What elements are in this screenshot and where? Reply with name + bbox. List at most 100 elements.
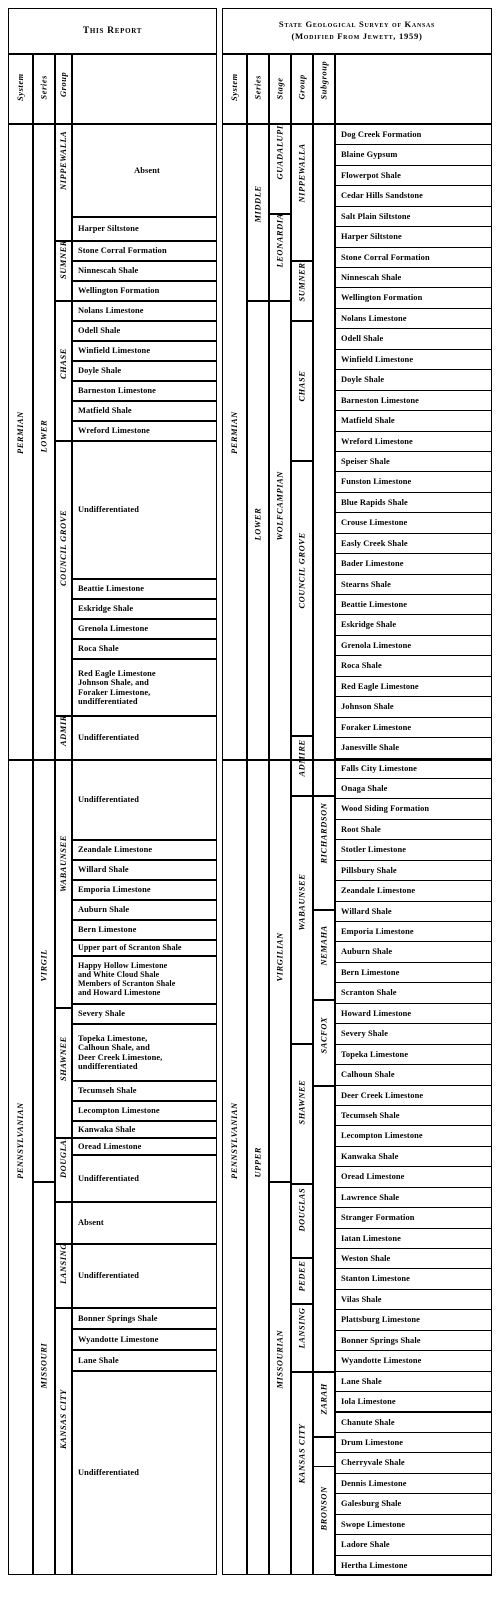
right-header-stage: Stage: [269, 54, 291, 124]
right-formation-label: Stranger Formation: [341, 1213, 415, 1223]
right-formation-row: Howard Limestone: [335, 1002, 492, 1025]
right-system-permian: PERMIAN: [222, 124, 247, 760]
right-group-nippewalla: NIPPEWALLA: [291, 124, 313, 261]
right-header-system: System: [222, 54, 247, 124]
right-formation-row: Auburn Shale: [335, 941, 492, 963]
right-group-wabaunsee: WABAUNSEE: [291, 796, 313, 1044]
right-formation-row: Hertha Limestone: [335, 1554, 492, 1576]
right-formation-row: Tecumseh Shale: [335, 1104, 492, 1127]
right-formation-label: Wreford Limestone: [341, 436, 413, 446]
left-unit-upper-scranton: Upper part of Scranton Shale: [72, 940, 217, 956]
right-formation-label: Ladore Shale: [341, 1540, 390, 1550]
right-formation-label: Janesville Shale: [341, 743, 400, 753]
right-formation-row: Willard Shale: [335, 900, 492, 922]
right-formation-row: Doyle Shale: [335, 369, 492, 391]
left-unit-winfield-limestone: Winfield Limestone: [72, 341, 217, 361]
right-formation-label: Cedar Hills Sandstone: [341, 191, 423, 201]
left-unit-grenola-limestone: Grenola Limestone: [72, 619, 217, 639]
right-formation-label: Willard Shale: [341, 906, 392, 916]
right-formation-label: Swope Limestone: [341, 1519, 406, 1529]
right-formation-label: Topeka Limestone: [341, 1049, 409, 1059]
left-series-lower: LOWER: [33, 124, 55, 760]
left-group-wabaunsee: WABAUNSEE: [55, 760, 72, 1008]
left-unit-happy-hollow-group: Happy Hollow Limestone and White Cloud S…: [72, 956, 217, 1004]
right-formation-label: Stanton Limestone: [341, 1274, 410, 1284]
right-formation-row: Red Eagle Limestone: [335, 675, 492, 698]
right-formation-label: Flowerpot Shale: [341, 170, 401, 180]
right-formation-label: Root Shale: [341, 824, 381, 834]
left-system-pennsylvanian: PENNSYLVANIAN: [8, 760, 33, 1575]
left-unit-undiff-douglas: Undifferentiated: [72, 1155, 217, 1202]
right-formation-label: Vilas Shale: [341, 1294, 382, 1304]
right-formation-row: Funston Limestone: [335, 471, 492, 493]
left-group-shawnee: SHAWNEE: [55, 1008, 72, 1138]
left-group-council-grove: COUNCIL GROVE: [55, 441, 72, 716]
right-formation-row: Deer Creek Limestone: [335, 1084, 492, 1106]
right-formation-row: Cedar Hills Sandstone: [335, 185, 492, 207]
left-system-divider: [8, 759, 217, 761]
right-formation-row: Swope Limestone: [335, 1513, 492, 1536]
left-header-series: Series: [33, 54, 55, 124]
right-subgroup-zarah: ZARAH: [313, 1372, 335, 1437]
right-group-douglas: DOUGLAS: [291, 1184, 313, 1258]
right-formation-label: Bader Limestone: [341, 559, 404, 569]
right-title-line2: (Modified From Jewett, 1959): [291, 31, 423, 41]
right-formation-row: Eskridge Shale: [335, 614, 492, 636]
left-header-system: System: [8, 54, 33, 124]
right-formation-row: Wyandotte Limestone: [335, 1350, 492, 1372]
right-formation-row: Dennis Limestone: [335, 1472, 492, 1495]
right-formation-row: Calhoun Shale: [335, 1064, 492, 1086]
left-header-unit: [72, 54, 217, 124]
left-group-nippewalla: NIPPEWALLA: [55, 124, 72, 241]
right-subgroup-sacfox: SACFOX: [313, 1000, 335, 1086]
right-formation-row: Ninnescah Shale: [335, 267, 492, 289]
right-formation-label: Wood Siding Formation: [341, 804, 430, 814]
left-unit-undiff-lansing: Undifferentiated: [72, 1244, 217, 1308]
left-unit-happy-hollow-lines: Happy Hollow Limestone and White Cloud S…: [78, 961, 176, 997]
left-system-permian: PERMIAN: [8, 124, 33, 760]
right-subgroup-nemaha: NEMAHA: [313, 910, 335, 1000]
right-formation-label: Chanute Shale: [341, 1417, 395, 1427]
left-unit-emporia-limestone: Emporia Limestone: [72, 880, 217, 900]
left-unit-undiff-kansas-city: Undifferentiated: [72, 1371, 217, 1575]
right-formation-row: Lecompton Limestone: [335, 1125, 492, 1147]
right-formation-label: Stearns Shale: [341, 579, 391, 589]
left-unit-roca-shale: Roca Shale: [72, 639, 217, 659]
right-formation-row: Wellington Formation: [335, 287, 492, 309]
right-formation-row: Blue Rapids Shale: [335, 491, 492, 514]
right-header-series: Series: [247, 54, 269, 124]
right-formation-row: Stotler Limestone: [335, 839, 492, 861]
right-series-upper: UPPER: [247, 760, 269, 1575]
left-group-blank-absent: [55, 1202, 72, 1244]
right-formation-row: Scranton Shale: [335, 982, 492, 1004]
right-formation-row: Ladore Shale: [335, 1534, 492, 1556]
left-unit-red-eagle-group: Red Eagle Limestone Johnson Shale, and F…: [72, 659, 217, 716]
right-formation-row: Lawrence Shale: [335, 1186, 492, 1209]
right-formation-label: Harper Siltstone: [341, 232, 402, 242]
right-system-pennsylvanian: PENNSYLVANIAN: [222, 760, 247, 1575]
right-formation-row: Dog Creek Formation: [335, 124, 492, 146]
left-unit-topeka-lines: Topeka Limestone, Calhoun Shale, and Dee…: [78, 1033, 163, 1071]
left-unit-ninnescah-shale: Ninnescah Shale: [72, 261, 217, 281]
left-group-lansing: LANSING: [55, 1244, 72, 1308]
right-formation-row: Vilas Shale: [335, 1288, 492, 1311]
left-series-virgil: VIRGIL: [33, 760, 55, 1182]
right-formation-row: Stearns Shale: [335, 573, 492, 596]
right-stage-leonardian: LEONARDIAN: [269, 214, 291, 301]
right-formation-label: Nolans Limestone: [341, 313, 407, 323]
right-formation-row: Severy Shale: [335, 1023, 492, 1045]
right-group-sumner: SUMNER: [291, 261, 313, 321]
right-formation-label: Emporia Limestone: [341, 927, 414, 937]
right-stage-virgilian: VIRGILIAN: [269, 760, 291, 1182]
left-unit-beattie-limestone: Beattie Limestone: [72, 579, 217, 599]
right-formation-row: Bonner Springs Shale: [335, 1329, 492, 1352]
right-formation-label: Iatan Limestone: [341, 1233, 401, 1243]
right-formation-label: Red Eagle Limestone: [341, 681, 419, 691]
right-formation-row: Grenola Limestone: [335, 634, 492, 657]
right-formation-row: Lane Shale: [335, 1370, 492, 1393]
left-unit-auburn-shale: Auburn Shale: [72, 900, 217, 920]
right-formation-label: Cherryvale Shale: [341, 1458, 405, 1468]
right-formation-row: Easly Creek Shale: [335, 532, 492, 555]
right-formation-label: Beattie Limestone: [341, 600, 408, 610]
right-table-title: State Geological Survey of Kansas (Modif…: [222, 8, 492, 54]
